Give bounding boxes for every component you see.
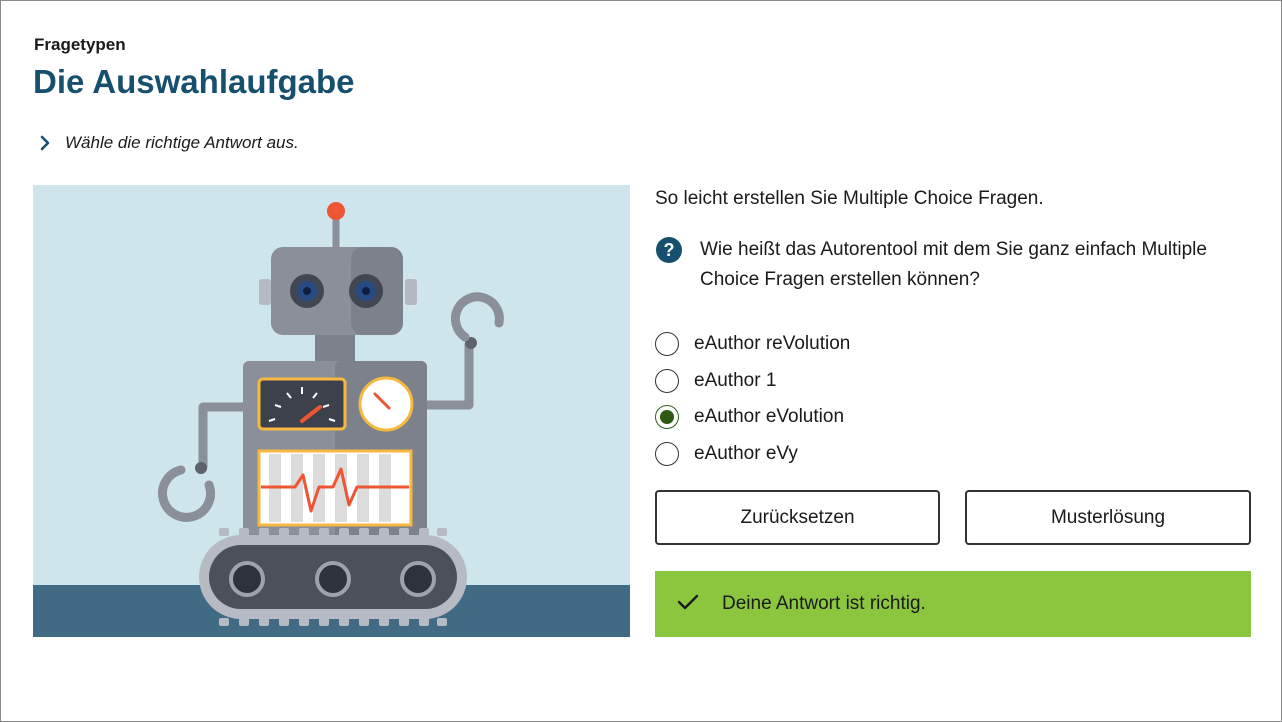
answer-options: eAuthor reVolution eAuthor 1 eAuthor eVo… (655, 326, 850, 472)
radio-button-selected[interactable] (655, 405, 679, 430)
option-eauthor-1[interactable]: eAuthor 1 (655, 363, 850, 400)
radio-button[interactable] (655, 332, 679, 357)
svg-text:?: ? (664, 240, 675, 260)
option-eauthor-evy[interactable]: eAuthor eVy (655, 436, 850, 473)
chevron-right-icon (39, 135, 51, 151)
feedback-correct: Deine Antwort ist richtig. (655, 571, 1251, 637)
show-solution-button[interactable]: Musterlösung (965, 490, 1251, 545)
question-mark-icon: ? (655, 236, 683, 295)
option-label: eAuthor 1 (694, 369, 777, 391)
instruction: Wähle die richtige Antwort aus. (39, 133, 299, 153)
robot-illustration (33, 185, 630, 637)
category-label: Fragetypen (34, 35, 126, 54)
content-frame: Fragetypen Die Auswahlaufgabe Wähle die … (0, 0, 1282, 722)
option-eauthor-evolution[interactable]: eAuthor eVolution (655, 399, 850, 436)
question-text: Wie heißt das Autorentool mit dem Sie ga… (700, 239, 1207, 290)
feedback-text: Deine Antwort ist richtig. (722, 593, 926, 614)
page-title: Die Auswahlaufgabe (33, 63, 355, 100)
radio-button[interactable] (655, 368, 679, 393)
radio-button[interactable] (655, 441, 679, 466)
option-evolution-revolution[interactable]: eAuthor reVolution (655, 326, 850, 363)
option-label: eAuthor eVy (694, 442, 798, 464)
option-label: eAuthor reVolution (694, 333, 851, 355)
option-label: eAuthor eVolution (694, 406, 845, 428)
instruction-text: Wähle die richtige Antwort aus. (65, 133, 299, 152)
checkmark-icon (677, 593, 699, 616)
question-intro: So leicht erstellen Sie Multiple Choice … (655, 188, 1044, 209)
reset-button[interactable]: Zurücksetzen (655, 490, 940, 545)
question: ? Wie heißt das Autorentool mit dem Sie … (655, 235, 1255, 295)
